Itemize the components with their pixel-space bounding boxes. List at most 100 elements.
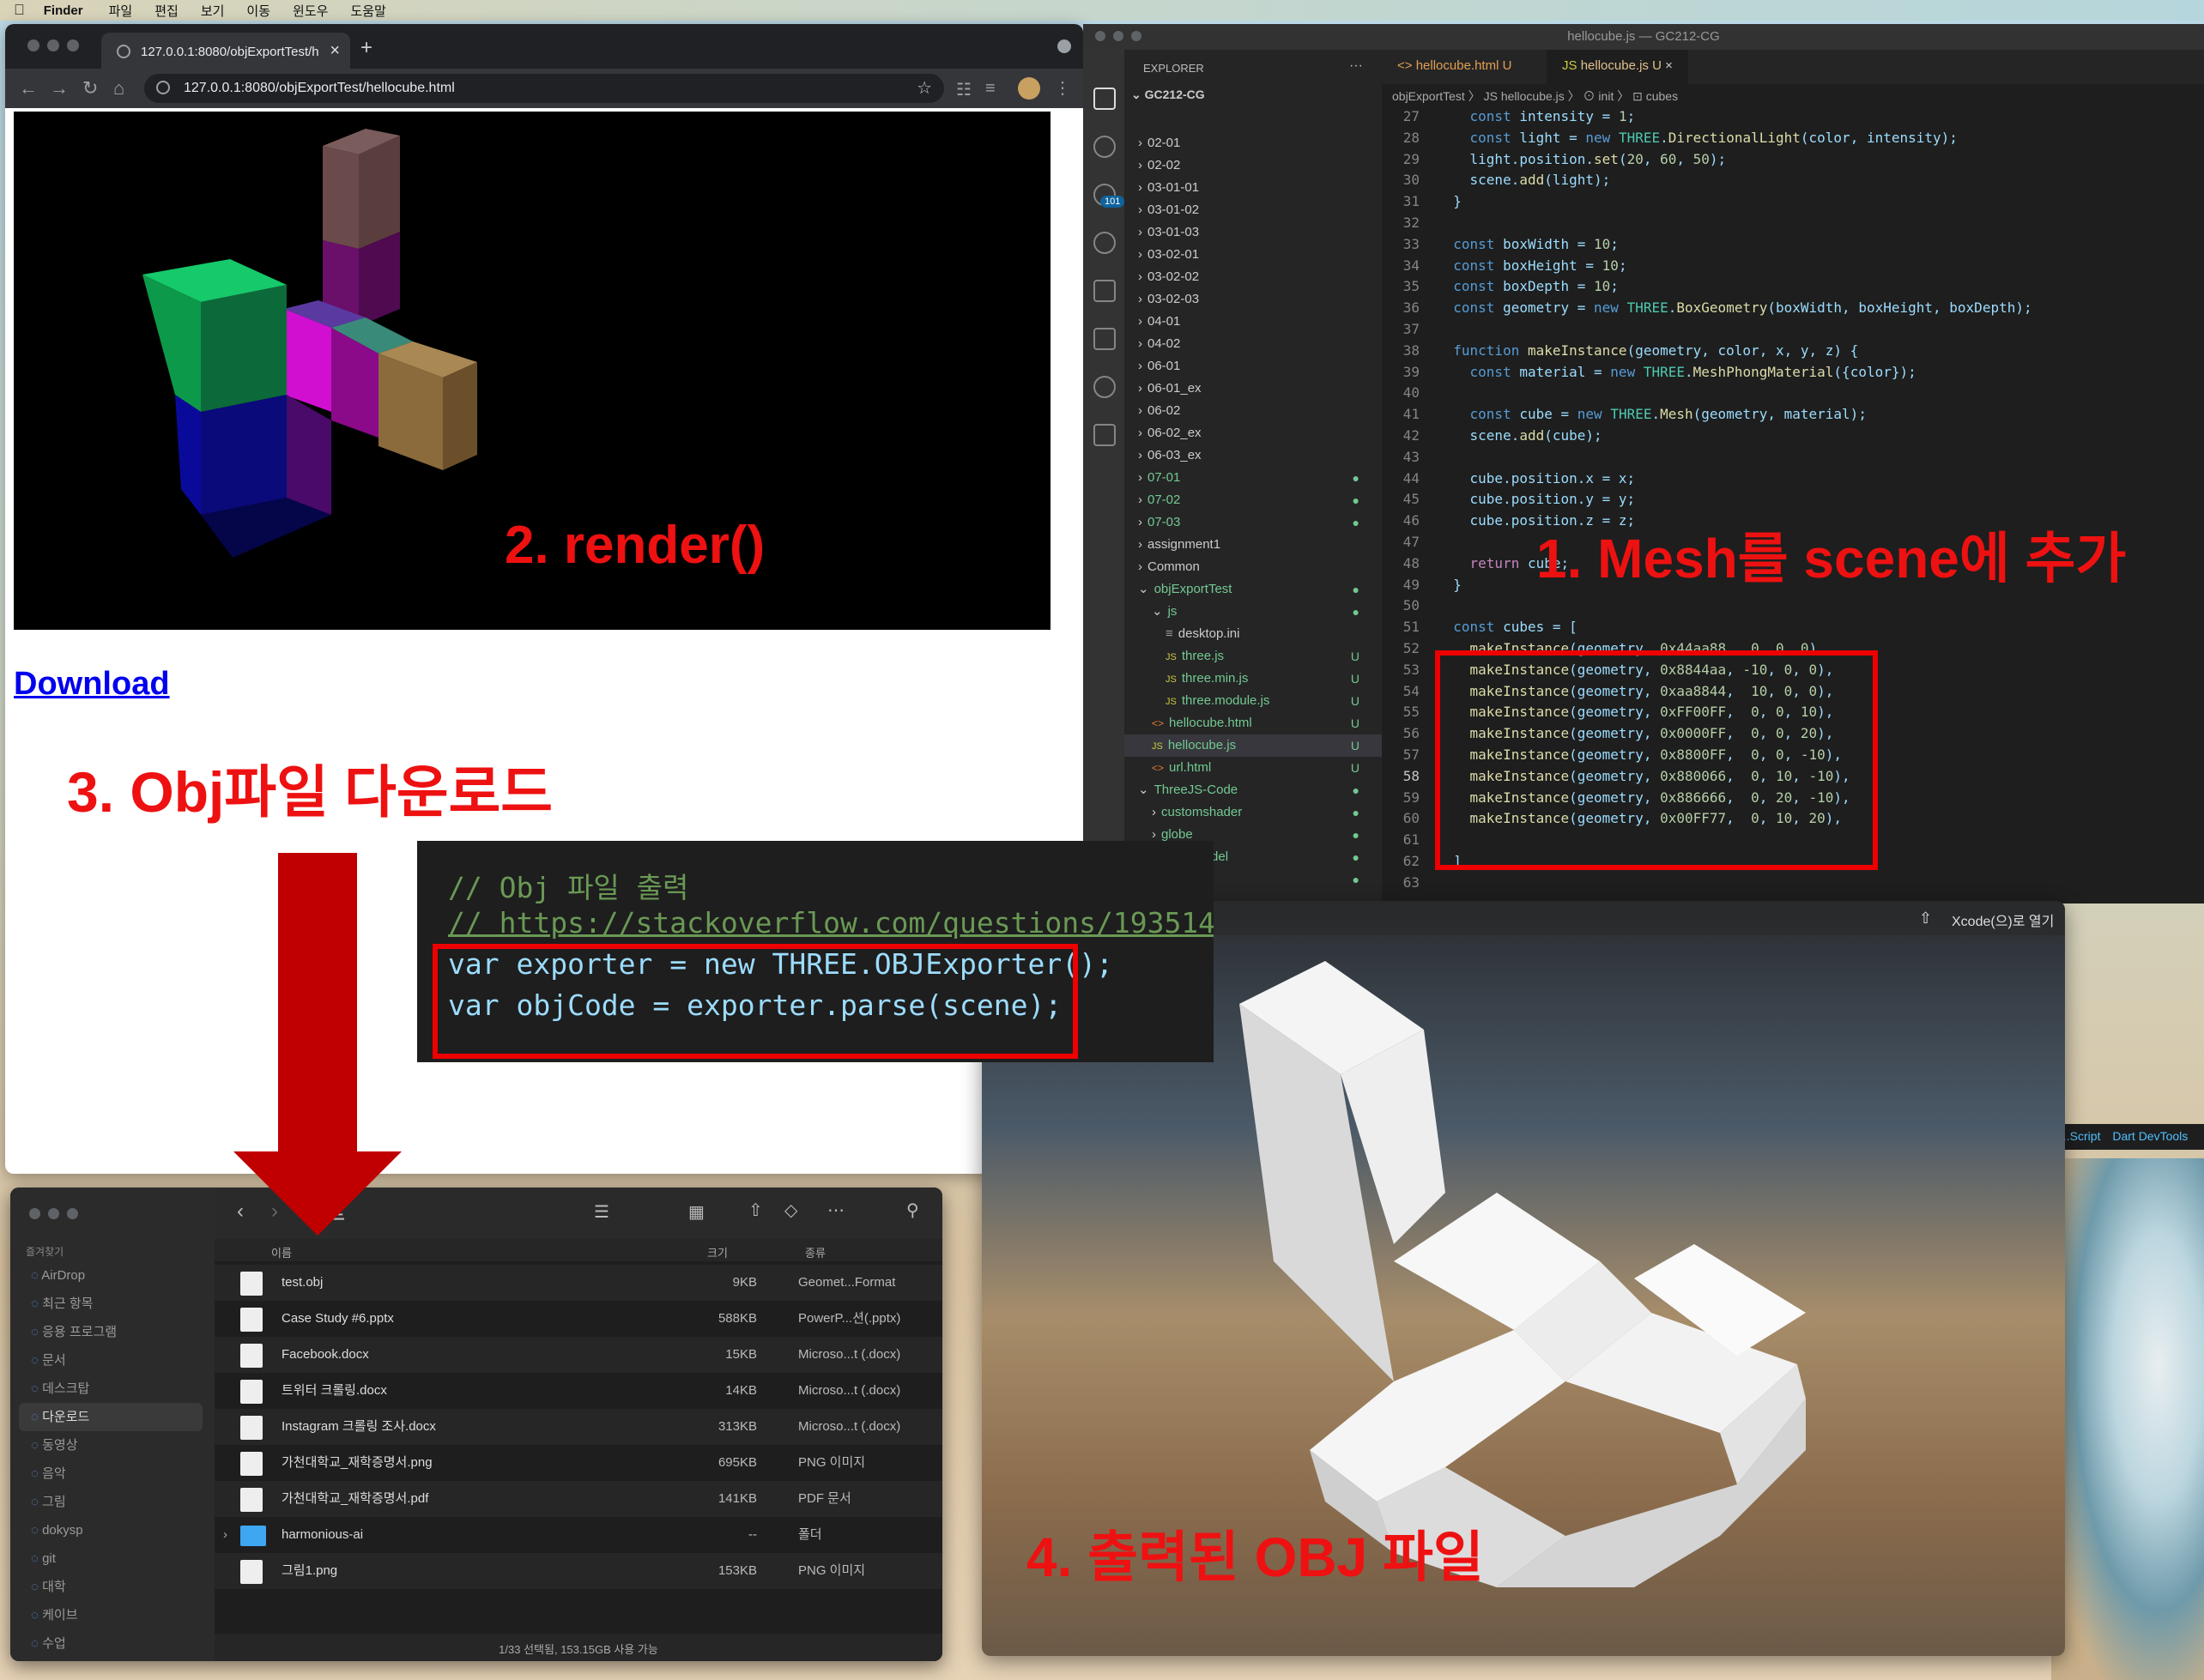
tree-item[interactable]: <> url.html U — [1124, 757, 1382, 779]
tag-icon[interactable]: ◇ — [784, 1200, 797, 1221]
sidebar-item[interactable]: ◌ dokysp — [10, 1516, 215, 1544]
sidebar-item[interactable]: ◌ 대학 — [10, 1573, 215, 1601]
tree-item[interactable]: JS three.module.js U — [1124, 690, 1382, 712]
tree-item[interactable]: › 03-02-02 — [1124, 266, 1382, 288]
list-view-icon[interactable]: ☰ — [594, 1201, 609, 1223]
file-row[interactable]: 트위터 크롤링.docx 14KB Microso...t (.docx) — [215, 1373, 942, 1409]
column-kind[interactable]: 종류 — [805, 1244, 826, 1260]
home-icon[interactable]: ⌂ — [113, 77, 124, 100]
profile-avatar[interactable] — [1018, 77, 1040, 100]
tree-item[interactable]: › 06-02_ex — [1124, 422, 1382, 444]
tree-item[interactable]: › customshader ● — [1124, 801, 1382, 824]
tree-item[interactable]: › 07-03 ● — [1124, 511, 1382, 534]
status-item-script[interactable]: ...Script — [2060, 1129, 2100, 1143]
tree-item[interactable]: › 03-01-02 — [1124, 199, 1382, 221]
editor-tab-js[interactable]: JS hellocube.js U × — [1547, 50, 1688, 84]
remote-icon[interactable] — [1093, 376, 1116, 398]
share-icon[interactable]: ⇧ — [1919, 909, 1932, 928]
tree-item[interactable]: › 03-01-03 — [1124, 221, 1382, 244]
tree-item[interactable]: ≡ desktop.ini — [1124, 623, 1382, 645]
git-graph-icon[interactable] — [1093, 232, 1116, 254]
search-icon[interactable] — [1093, 136, 1116, 158]
address-bar[interactable]: 127.0.0.1:8080/objExportTest/hellocube.h… — [144, 74, 944, 103]
tree-item[interactable]: › 04-02 — [1124, 333, 1382, 355]
tree-item[interactable]: › 02-01 — [1124, 132, 1382, 154]
info-icon[interactable] — [156, 81, 170, 94]
status-item-dart[interactable]: Dart DevTools — [2112, 1129, 2188, 1143]
column-size[interactable]: 크기 — [707, 1244, 728, 1260]
tree-item[interactable]: › 03-01-01 — [1124, 177, 1382, 199]
file-row[interactable]: 가천대학교_재학증명서.pdf 141KB PDF 문서 — [215, 1481, 942, 1517]
tab-close-icon[interactable]: × — [330, 41, 340, 61]
tree-item[interactable]: › 02-02 — [1124, 154, 1382, 177]
run-debug-icon[interactable] — [1093, 280, 1116, 302]
tree-item[interactable]: JS hellocube.js U — [1124, 734, 1382, 757]
file-row[interactable]: › harmonious-ai -- 폴더 — [215, 1517, 942, 1553]
menu-help[interactable]: 도움말 — [350, 2, 385, 20]
tree-item[interactable]: ⌄ ThreeJS-Code ● — [1124, 779, 1382, 801]
tree-item[interactable]: JS three.min.js U — [1124, 668, 1382, 690]
breadcrumb[interactable]: objExportTest 〉 JS hellocube.js 〉 ⊙ init… — [1382, 84, 2204, 106]
sidebar-item[interactable]: ◌ 응용 프로그램 — [10, 1318, 215, 1346]
reload-icon[interactable]: ↻ — [82, 77, 98, 100]
editor-tab-html[interactable]: <> hellocube.html U — [1382, 50, 1527, 84]
menu-window[interactable]: 윈도우 — [293, 2, 328, 20]
file-row[interactable]: 가천대학교_재학증명서.png 695KB PNG 이미지 — [215, 1445, 942, 1481]
tree-item[interactable]: › 04-01 — [1124, 311, 1382, 333]
minimize-window-button[interactable] — [47, 39, 59, 51]
tree-item[interactable]: › 07-01 ● — [1124, 467, 1382, 489]
tree-item[interactable]: › assignment1 — [1124, 534, 1382, 556]
extensions-blocks-icon[interactable] — [1093, 424, 1116, 446]
menu-app-name[interactable]: Finder — [44, 3, 83, 18]
new-tab-button[interactable]: + — [360, 36, 372, 60]
finder-zoom-button[interactable] — [67, 1208, 78, 1219]
sidebar-item[interactable]: ◌ 케이브 — [10, 1601, 215, 1629]
tab-search-icon[interactable] — [1057, 39, 1071, 53]
share-icon[interactable]: ⇧ — [748, 1200, 763, 1221]
vscode-close-button[interactable] — [1095, 31, 1105, 41]
tree-item[interactable]: › 06-01 — [1124, 355, 1382, 378]
explorer-more-icon[interactable]: ··· — [1349, 58, 1363, 74]
menu-go[interactable]: 이동 — [246, 2, 270, 20]
more-actions-icon[interactable]: ⋯ — [827, 1200, 845, 1221]
forward-arrow-icon[interactable]: → — [50, 77, 69, 100]
file-row[interactable]: 그림1.png 153KB PNG 이미지 — [215, 1553, 942, 1589]
sidebar-item[interactable]: ◌ AirDrop — [10, 1261, 215, 1290]
file-row[interactable]: Facebook.docx 15KB Microso...t (.docx) — [215, 1337, 942, 1373]
sidebar-item[interactable]: ◌ 문서 — [10, 1346, 215, 1375]
open-with-xcode-button[interactable]: Xcode(으)로 열기 — [1952, 909, 2054, 930]
search-icon[interactable]: ⚲ — [906, 1200, 919, 1221]
menu-view[interactable]: 보기 — [201, 2, 225, 20]
bookmark-star-icon[interactable]: ☆ — [917, 77, 932, 99]
menu-file[interactable]: 파일 — [109, 2, 133, 20]
browser-menu-icon[interactable]: ⋮ — [1054, 77, 1071, 99]
sidebar-item[interactable]: ◌ 수업 — [10, 1629, 215, 1658]
tree-item[interactable]: ⌄ objExportTest ● — [1124, 578, 1382, 601]
vscode-zoom-button[interactable] — [1131, 31, 1141, 41]
column-name[interactable]: 이름 — [271, 1244, 292, 1260]
download-link[interactable]: Download — [14, 666, 170, 703]
back-arrow-icon[interactable]: ← — [19, 77, 38, 100]
tree-item[interactable]: › 03-02-03 — [1124, 288, 1382, 311]
sidebar-item[interactable]: ◌ 다운로드 — [19, 1403, 203, 1431]
finder-minimize-button[interactable] — [48, 1208, 59, 1219]
tree-item[interactable]: › 06-02 — [1124, 400, 1382, 422]
reading-list-icon[interactable]: ≡ — [985, 79, 996, 99]
sidebar-item[interactable]: ◌ 동영상 — [10, 1431, 215, 1459]
tree-item[interactable]: › 06-01_ex — [1124, 378, 1382, 400]
vscode-minimize-button[interactable] — [1113, 31, 1123, 41]
tree-item[interactable]: › Common — [1124, 556, 1382, 578]
extensions-icon[interactable]: ☷ — [956, 79, 972, 100]
sidebar-item[interactable]: ◌ 최근 항목 — [10, 1290, 215, 1318]
workspace-root[interactable]: ⌄ GC212-CG — [1131, 88, 1205, 102]
tree-item[interactable]: JS three.js U — [1124, 645, 1382, 668]
zoom-window-button[interactable] — [67, 39, 79, 51]
tree-item[interactable]: <> hellocube.html U — [1124, 712, 1382, 734]
tree-item[interactable]: ⌄ js ● — [1124, 601, 1382, 623]
finder-close-button[interactable] — [29, 1208, 40, 1219]
sidebar-item[interactable]: ◌ 그림 — [10, 1488, 215, 1516]
group-view-icon[interactable]: ▦ — [688, 1201, 705, 1223]
tree-item[interactable]: › 03-02-01 — [1124, 244, 1382, 266]
tree-item[interactable]: › 06-03_ex — [1124, 444, 1382, 467]
tab-close-icon[interactable]: × — [1665, 58, 1673, 73]
